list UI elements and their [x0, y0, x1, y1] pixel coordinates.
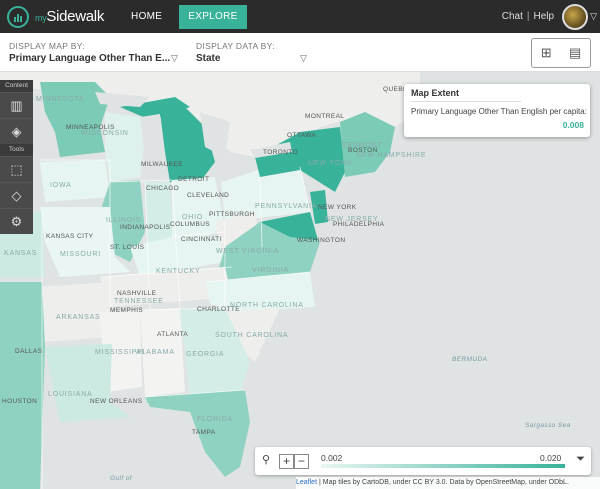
- city-label: CLEVELAND: [187, 192, 230, 199]
- state-label: KANSAS: [4, 250, 38, 257]
- nav-explore-button[interactable]: EXPLORE: [179, 4, 247, 29]
- city-label: TORONTO: [263, 149, 299, 156]
- attribution-text: | Map tiles by CartoDB, under CC BY 3.0.…: [317, 479, 569, 486]
- state-label: LOUISIANA: [48, 391, 93, 398]
- state-label: ALABAMA: [136, 349, 175, 356]
- city-label: WASHINGTON: [297, 237, 346, 244]
- map-by-chevron-icon[interactable]: ▽: [171, 53, 178, 64]
- water-label: Gulf of: [110, 475, 132, 482]
- state-label: OHIO: [182, 214, 204, 221]
- top-navigation-bar: mySidewalk HOME EXPLORE Chat | Help ▽: [0, 0, 600, 33]
- leaflet-link[interactable]: Leaflet: [296, 479, 317, 486]
- state-label: VIRGINIA: [252, 267, 290, 274]
- city-label: CINCINNATI: [181, 236, 222, 243]
- data-by-label: DISPLAY DATA BY:: [196, 41, 275, 51]
- water-label: BERMUDA: [452, 356, 488, 363]
- logo-bars-icon: [7, 5, 29, 28]
- state-texas: [0, 282, 45, 489]
- city-label: PITTSBURGH: [209, 211, 255, 218]
- data-by-dropdown[interactable]: State: [196, 53, 220, 64]
- user-avatar[interactable]: [562, 3, 589, 30]
- user-menu-chevron-icon[interactable]: ▽: [590, 11, 597, 22]
- map-by-dropdown[interactable]: Primary Language Other Than E...: [9, 53, 170, 64]
- state-label: PENNSYLVANIA: [255, 203, 318, 210]
- display-selector-bar: DISPLAY MAP BY: Primary Language Other T…: [0, 33, 600, 72]
- state-label: MISSOURI: [60, 251, 102, 258]
- chat-link[interactable]: Chat: [502, 11, 523, 22]
- map-by-label: DISPLAY MAP BY:: [9, 41, 85, 51]
- popup-title: Map Extent: [411, 88, 460, 98]
- state-label: GEORGIA: [186, 351, 225, 358]
- zoom-out-button[interactable]: −: [294, 454, 309, 469]
- state-label: NEW YORK: [308, 160, 353, 167]
- filter-icon[interactable]: ⏷: [576, 453, 585, 466]
- city-label: NEW ORLEANS: [90, 398, 143, 405]
- content-section-label: Content: [0, 80, 33, 92]
- state-wisconsin: [105, 112, 145, 182]
- state-label: VERMONT: [342, 142, 383, 149]
- legend-max-value: 0.020: [540, 453, 562, 463]
- state-label: MINNESOTA: [36, 96, 85, 103]
- legend-color-ramp: [321, 464, 565, 468]
- city-label: MEMPHIS: [110, 307, 144, 314]
- select-region-icon[interactable]: ⬚: [0, 156, 33, 182]
- map-action-buttons: ⊞ ▤: [531, 38, 591, 68]
- city-label: MILWAUKEE: [141, 161, 183, 168]
- state-label: WEST VIRGINIA: [216, 248, 280, 255]
- tools-section-label: Tools: [0, 144, 33, 156]
- logo-wordmark: mySidewalk: [35, 8, 105, 25]
- legend-min-value: 0.002: [321, 453, 343, 463]
- state-label: KENTUCKY: [156, 268, 201, 275]
- city-label: TAMPA: [192, 429, 216, 436]
- city-label: ATLANTA: [157, 331, 189, 338]
- mysidewalk-logo[interactable]: mySidewalk: [7, 5, 105, 28]
- stack-icon[interactable]: ◇: [0, 182, 33, 208]
- state-label: NORTH CAROLINA: [230, 302, 304, 309]
- map-layers-icon[interactable]: ▤: [569, 45, 581, 61]
- city-label: ST. LOUIS: [110, 244, 145, 251]
- zoom-in-button[interactable]: +: [279, 454, 294, 469]
- water-label: Sargasso Sea: [525, 422, 571, 429]
- state-label: TENNESSEE: [114, 298, 164, 305]
- popup-divider: [411, 101, 521, 102]
- city-label: HOUSTON: [2, 398, 38, 405]
- state-label: NEW JERSEY: [325, 216, 379, 223]
- state-label: ARKANSAS: [56, 314, 101, 321]
- state-label: WISCONSIN: [81, 130, 129, 137]
- map-attribution: Leaflet | Map tiles by CartoDB, under CC…: [296, 477, 600, 489]
- city-label: COLUMBUS: [170, 221, 211, 228]
- layers-icon[interactable]: ◈: [0, 118, 33, 144]
- bar-chart-icon[interactable]: ▥: [0, 92, 33, 118]
- city-label: KANSAS CITY: [46, 233, 94, 240]
- state-label: NEW HAMPSHIRE: [356, 152, 427, 159]
- city-label: DETROIT: [178, 176, 210, 183]
- state-label: ILLINOIS: [106, 217, 142, 224]
- city-label: MONTREAL: [305, 113, 345, 120]
- map-extent-popup: Map Extent Primary Language Other Than E…: [404, 84, 590, 137]
- state-label: FLORIDA: [197, 416, 233, 423]
- state-iowa: [40, 160, 110, 202]
- map-legend-bar: ⚲ + − 0.002 0.020 ⏷: [255, 447, 591, 475]
- gear-icon[interactable]: ⚙: [0, 208, 33, 234]
- city-label: CHICAGO: [146, 185, 180, 192]
- nav-home-link[interactable]: HOME: [131, 11, 162, 22]
- city-label: DALLAS: [15, 348, 43, 355]
- side-tool-panel: Content ▥ ◈ Tools ⬚ ◇ ⚙: [0, 80, 33, 234]
- city-label: OTTAWA: [287, 132, 317, 139]
- state-label: SOUTH CAROLINA: [215, 332, 289, 339]
- popup-value: 0.008: [562, 120, 584, 130]
- data-by-chevron-icon[interactable]: ▽: [300, 53, 307, 64]
- state-label: IOWA: [50, 182, 72, 189]
- search-icon[interactable]: ⚲: [262, 453, 270, 466]
- popup-description: Primary Language Other Than English per …: [411, 107, 587, 116]
- add-map-icon[interactable]: ⊞: [541, 45, 552, 61]
- help-link[interactable]: Help: [534, 11, 555, 22]
- city-label: NASHVILLE: [117, 290, 157, 297]
- city-label: INDIANAPOLIS: [120, 224, 171, 231]
- nav-separator: |: [526, 11, 530, 22]
- city-label: NEW YORK: [318, 204, 357, 211]
